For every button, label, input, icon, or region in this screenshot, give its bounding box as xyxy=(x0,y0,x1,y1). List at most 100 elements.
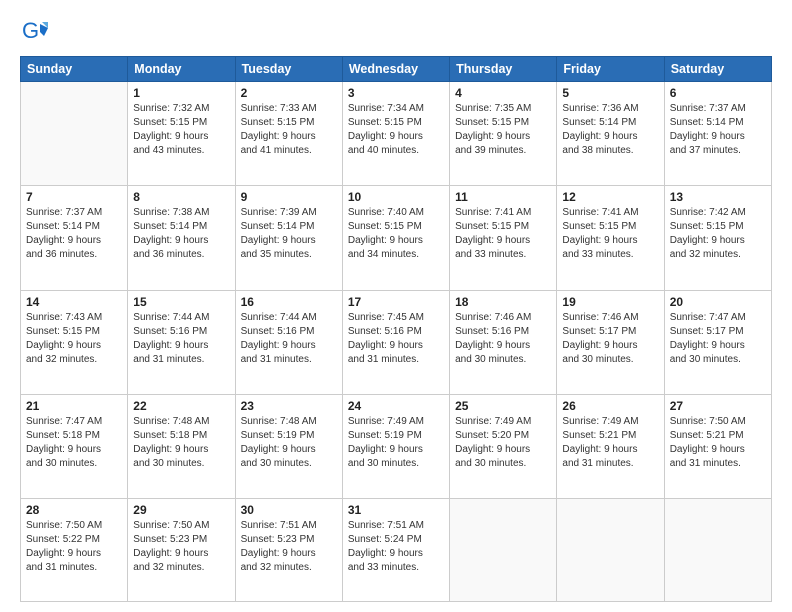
day-number: 2 xyxy=(241,86,337,100)
day-cell-28: 28Sunrise: 7:50 AMSunset: 5:22 PMDayligh… xyxy=(21,499,128,602)
day-number: 26 xyxy=(562,399,658,413)
empty-cell xyxy=(450,499,557,602)
day-info: Sunrise: 7:50 AMSunset: 5:21 PMDaylight:… xyxy=(670,415,766,471)
day-number: 15 xyxy=(133,295,229,309)
day-cell-3: 3 Sunrise: 7:34 AMSunset: 5:15 PMDaylight… xyxy=(342,82,449,186)
day-number: 31 xyxy=(348,503,444,517)
day-cell-5: 5Sunrise: 7:36 AMSunset: 5:14 PMDaylight… xyxy=(557,82,664,186)
header: G xyxy=(20,18,772,46)
day-number: 22 xyxy=(133,399,229,413)
day-info: Sunrise: 7:41 AMSunset: 5:15 PMDaylight:… xyxy=(562,206,658,262)
day-cell-24: 24 Sunrise: 7:49 AMSunset: 5:19 PMDayligh… xyxy=(342,394,449,498)
day-cell-20: 20 Sunrise: 7:47 AMSunset: 5:17 PMDayligh… xyxy=(664,290,771,394)
day-info: Sunrise: 7:32 AMSunset: 5:15 PMDaylight:… xyxy=(133,102,229,158)
week-row-2: 7 Sunrise: 7:37 AMSunset: 5:14 PMDaylight… xyxy=(21,186,772,290)
day-number: 23 xyxy=(241,399,337,413)
weekday-header-wednesday: Wednesday xyxy=(342,57,449,82)
day-number: 11 xyxy=(455,190,551,204)
day-info: Sunrise: 7:33 AMSunset: 5:15 PMDaylight:… xyxy=(241,102,337,158)
day-cell-23: 23 Sunrise: 7:48 AMSunset: 5:19 PMDayligh… xyxy=(235,394,342,498)
day-number: 8 xyxy=(133,190,229,204)
day-number: 17 xyxy=(348,295,444,309)
day-info: Sunrise: 7:47 AMSunset: 5:18 PMDaylight:… xyxy=(26,415,122,471)
day-cell-19: 19Sunrise: 7:46 AMSunset: 5:17 PMDayligh… xyxy=(557,290,664,394)
day-number: 12 xyxy=(562,190,658,204)
weekday-header-friday: Friday xyxy=(557,57,664,82)
day-info: Sunrise: 7:37 AMSunset: 5:14 PMDaylight:… xyxy=(26,206,122,262)
weekday-header-tuesday: Tuesday xyxy=(235,57,342,82)
day-cell-10: 10 Sunrise: 7:40 AMSunset: 5:15 PMDayligh… xyxy=(342,186,449,290)
day-info: Sunrise: 7:51 AMSunset: 5:24 PMDaylight:… xyxy=(348,519,444,575)
day-info: Sunrise: 7:38 AMSunset: 5:14 PMDaylight:… xyxy=(133,206,229,262)
day-info: Sunrise: 7:48 AMSunset: 5:18 PMDaylight:… xyxy=(133,415,229,471)
day-number: 20 xyxy=(670,295,766,309)
day-info: Sunrise: 7:49 AMSunset: 5:19 PMDaylight:… xyxy=(348,415,444,471)
week-row-3: 14 Sunrise: 7:43 AMSunset: 5:15 PMDayligh… xyxy=(21,290,772,394)
logo: G xyxy=(20,18,52,46)
day-info: Sunrise: 7:47 AMSunset: 5:17 PMDaylight:… xyxy=(670,311,766,367)
empty-cell xyxy=(21,82,128,186)
day-number: 18 xyxy=(455,295,551,309)
day-info: Sunrise: 7:48 AMSunset: 5:19 PMDaylight:… xyxy=(241,415,337,471)
day-number: 16 xyxy=(241,295,337,309)
day-info: Sunrise: 7:40 AMSunset: 5:15 PMDaylight:… xyxy=(348,206,444,262)
day-info: Sunrise: 7:41 AMSunset: 5:15 PMDaylight:… xyxy=(455,206,551,262)
day-number: 30 xyxy=(241,503,337,517)
day-number: 25 xyxy=(455,399,551,413)
day-cell-6: 6 Sunrise: 7:37 AMSunset: 5:14 PMDaylight… xyxy=(664,82,771,186)
day-info: Sunrise: 7:49 AMSunset: 5:20 PMDaylight:… xyxy=(455,415,551,471)
day-info: Sunrise: 7:50 AMSunset: 5:23 PMDaylight:… xyxy=(133,519,229,575)
day-cell-31: 31 Sunrise: 7:51 AMSunset: 5:24 PMDayligh… xyxy=(342,499,449,602)
day-number: 19 xyxy=(562,295,658,309)
day-info: Sunrise: 7:45 AMSunset: 5:16 PMDaylight:… xyxy=(348,311,444,367)
day-info: Sunrise: 7:42 AMSunset: 5:15 PMDaylight:… xyxy=(670,206,766,262)
day-cell-25: 25 Sunrise: 7:49 AMSunset: 5:20 PMDayligh… xyxy=(450,394,557,498)
empty-cell xyxy=(557,499,664,602)
logo-icon: G xyxy=(20,18,48,46)
day-number: 7 xyxy=(26,190,122,204)
day-cell-16: 16Sunrise: 7:44 AMSunset: 5:16 PMDayligh… xyxy=(235,290,342,394)
day-number: 9 xyxy=(241,190,337,204)
day-cell-27: 27Sunrise: 7:50 AMSunset: 5:21 PMDayligh… xyxy=(664,394,771,498)
day-number: 3 xyxy=(348,86,444,100)
day-cell-21: 21Sunrise: 7:47 AMSunset: 5:18 PMDayligh… xyxy=(21,394,128,498)
day-cell-18: 18Sunrise: 7:46 AMSunset: 5:16 PMDayligh… xyxy=(450,290,557,394)
empty-cell xyxy=(664,499,771,602)
weekday-header-saturday: Saturday xyxy=(664,57,771,82)
day-cell-8: 8 Sunrise: 7:38 AMSunset: 5:14 PMDaylight… xyxy=(128,186,235,290)
day-info: Sunrise: 7:49 AMSunset: 5:21 PMDaylight:… xyxy=(562,415,658,471)
day-number: 10 xyxy=(348,190,444,204)
day-info: Sunrise: 7:34 AMSunset: 5:15 PMDaylight:… xyxy=(348,102,444,158)
day-number: 13 xyxy=(670,190,766,204)
day-info: Sunrise: 7:51 AMSunset: 5:23 PMDaylight:… xyxy=(241,519,337,575)
day-info: Sunrise: 7:39 AMSunset: 5:14 PMDaylight:… xyxy=(241,206,337,262)
day-info: Sunrise: 7:37 AMSunset: 5:14 PMDaylight:… xyxy=(670,102,766,158)
day-cell-22: 22 Sunrise: 7:48 AMSunset: 5:18 PMDayligh… xyxy=(128,394,235,498)
weekday-header-row: SundayMondayTuesdayWednesdayThursdayFrid… xyxy=(21,57,772,82)
day-cell-15: 15Sunrise: 7:44 AMSunset: 5:16 PMDayligh… xyxy=(128,290,235,394)
day-cell-9: 9 Sunrise: 7:39 AMSunset: 5:14 PMDaylight… xyxy=(235,186,342,290)
week-row-5: 28Sunrise: 7:50 AMSunset: 5:22 PMDayligh… xyxy=(21,499,772,602)
day-number: 14 xyxy=(26,295,122,309)
svg-text:G: G xyxy=(22,18,39,43)
day-number: 6 xyxy=(670,86,766,100)
day-cell-29: 29 Sunrise: 7:50 AMSunset: 5:23 PMDayligh… xyxy=(128,499,235,602)
day-cell-12: 12 Sunrise: 7:41 AMSunset: 5:15 PMDayligh… xyxy=(557,186,664,290)
day-cell-14: 14 Sunrise: 7:43 AMSunset: 5:15 PMDayligh… xyxy=(21,290,128,394)
day-number: 29 xyxy=(133,503,229,517)
day-cell-30: 30 Sunrise: 7:51 AMSunset: 5:23 PMDayligh… xyxy=(235,499,342,602)
calendar-table: SundayMondayTuesdayWednesdayThursdayFrid… xyxy=(20,56,772,602)
day-cell-1: 1 Sunrise: 7:32 AMSunset: 5:15 PMDaylight… xyxy=(128,82,235,186)
day-info: Sunrise: 7:43 AMSunset: 5:15 PMDaylight:… xyxy=(26,311,122,367)
weekday-header-sunday: Sunday xyxy=(21,57,128,82)
day-cell-13: 13 Sunrise: 7:42 AMSunset: 5:15 PMDayligh… xyxy=(664,186,771,290)
day-number: 24 xyxy=(348,399,444,413)
weekday-header-monday: Monday xyxy=(128,57,235,82)
day-cell-4: 4 Sunrise: 7:35 AMSunset: 5:15 PMDaylight… xyxy=(450,82,557,186)
day-cell-17: 17 Sunrise: 7:45 AMSunset: 5:16 PMDayligh… xyxy=(342,290,449,394)
day-info: Sunrise: 7:35 AMSunset: 5:15 PMDaylight:… xyxy=(455,102,551,158)
day-number: 1 xyxy=(133,86,229,100)
weekday-header-thursday: Thursday xyxy=(450,57,557,82)
day-cell-2: 2 Sunrise: 7:33 AMSunset: 5:15 PMDaylight… xyxy=(235,82,342,186)
day-number: 4 xyxy=(455,86,551,100)
